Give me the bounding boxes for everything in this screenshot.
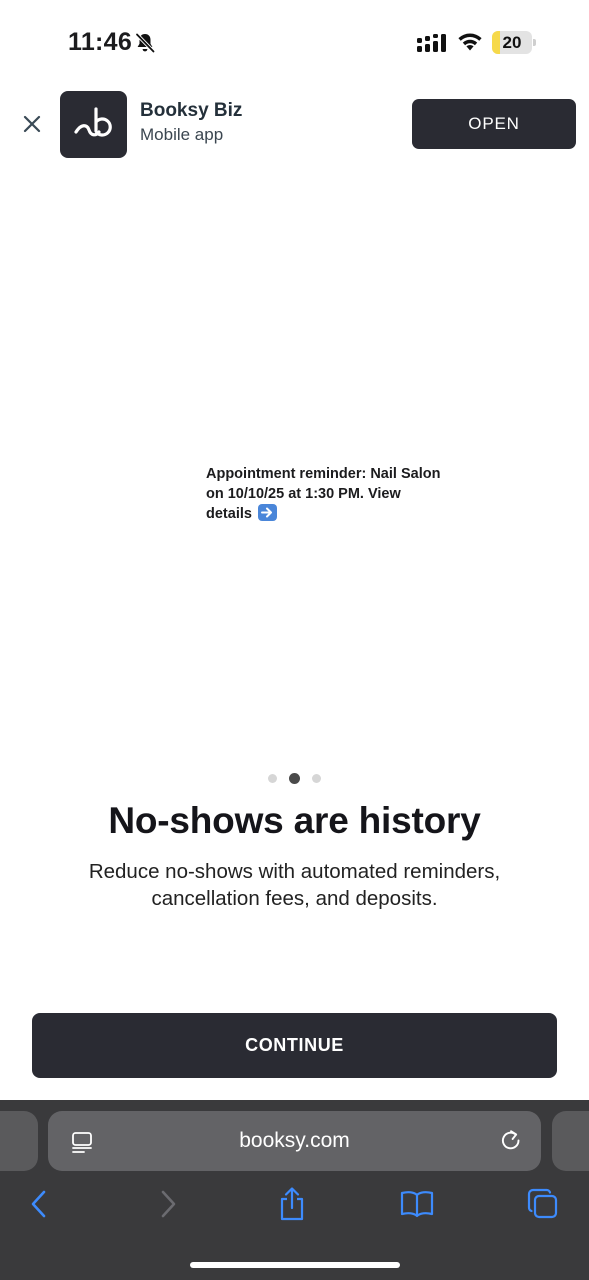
open-app-button[interactable]: OPEN (412, 99, 576, 149)
continue-button[interactable]: CONTINUE (32, 1013, 557, 1078)
back-button[interactable] (21, 1186, 57, 1222)
right-arrow-icon (257, 504, 277, 521)
booksy-logo-icon (73, 106, 112, 137)
bookmarks-button[interactable] (399, 1186, 435, 1222)
address-bar[interactable]: booksy.com (48, 1111, 541, 1171)
page-dot[interactable] (312, 773, 321, 783)
wifi-icon (458, 33, 482, 51)
close-icon[interactable] (20, 112, 44, 136)
previous-tab-preview[interactable] (0, 1111, 38, 1171)
reload-icon[interactable] (498, 1128, 524, 1154)
bookmarks-icon (400, 1191, 434, 1218)
app-name: Booksy Biz (140, 100, 243, 121)
share-icon (280, 1187, 304, 1221)
reminder-text: Appointment reminder: Nail Salon on 10/1… (206, 466, 441, 522)
battery-level: 20 (502, 33, 522, 52)
bell-slash-icon (135, 33, 155, 53)
page-dot[interactable] (268, 773, 277, 783)
next-tab-preview[interactable] (552, 1111, 589, 1171)
battery-icon: 20 (492, 31, 536, 54)
page-dot[interactable] (289, 772, 300, 784)
forward-button[interactable] (150, 1186, 186, 1222)
signal-icon (417, 34, 446, 52)
onboarding-subtext: Reduce no-shows with automated reminders… (88, 860, 501, 910)
onboarding-headline: No-shows are history (108, 800, 481, 841)
tabs-button[interactable] (525, 1186, 561, 1222)
status-bar: 11:46 20 (0, 0, 589, 88)
forward-icon (161, 1190, 176, 1218)
app-icon[interactable] (60, 91, 127, 158)
app-banner: Booksy Biz Mobile app OPEN (0, 88, 589, 160)
tabs-icon (527, 1188, 558, 1219)
home-indicator (190, 1262, 400, 1268)
page-indicator (0, 772, 589, 784)
back-icon (31, 1190, 46, 1218)
reminder-notification-text: Appointment reminder: Nail Salon on 10/1… (206, 464, 446, 524)
status-time: 11:46 (68, 28, 133, 56)
url-text: booksy.com (239, 1129, 350, 1152)
app-subtitle: Mobile app (140, 125, 224, 144)
browser-toolbar: booksy.com (0, 1100, 589, 1280)
share-button[interactable] (274, 1186, 310, 1222)
